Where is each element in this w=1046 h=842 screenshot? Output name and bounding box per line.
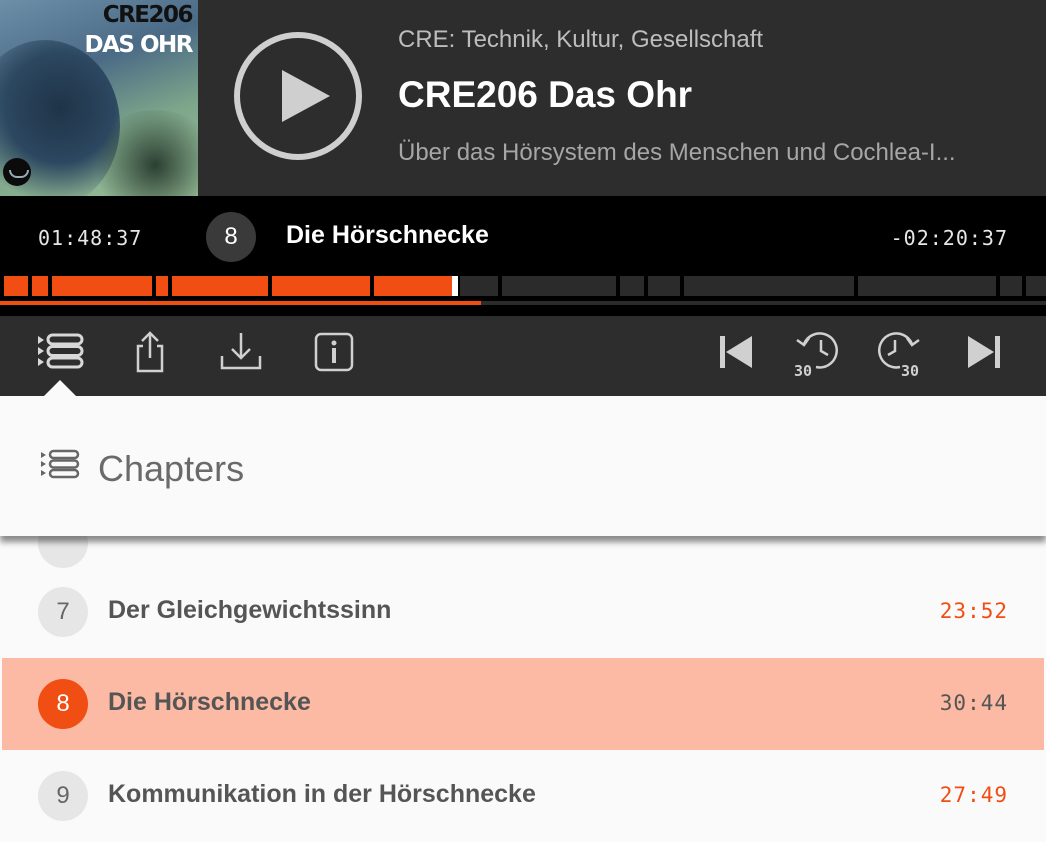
chapter-segment[interactable] <box>32 276 48 296</box>
player-toolbar: 30 30 <box>0 316 1046 396</box>
chapters-panel-title: Chapters <box>98 448 245 489</box>
skip-previous-icon <box>720 336 752 368</box>
previous-chapter-button[interactable] <box>708 330 760 380</box>
chapters-button[interactable] <box>34 330 86 380</box>
episode-cover-art: CRE206 DAS OHR <box>0 0 198 196</box>
chapter-segment[interactable] <box>1026 276 1046 296</box>
rewind-30-icon: 30 <box>794 332 838 378</box>
play-button[interactable] <box>234 32 362 160</box>
chapter-duration: 23:52 <box>939 599 1008 623</box>
chapter-row[interactable]: 7 Der Gleichgewichtssinn 23:52 <box>2 566 1044 658</box>
chapter-segment[interactable] <box>374 276 454 296</box>
cover-subtitle: DAS OHR <box>84 32 194 58</box>
download-icon <box>220 333 262 370</box>
next-chapter-button[interactable] <box>960 330 1012 380</box>
svg-text:30: 30 <box>901 362 919 378</box>
player-header: CRE206 DAS OHR CRE: Technik, Kultur, Ges… <box>0 0 1046 196</box>
rewind-30-button[interactable]: 30 <box>790 330 842 380</box>
chapter-segment[interactable] <box>858 276 996 296</box>
playhead[interactable] <box>452 276 458 296</box>
chapter-duration: 30:44 <box>939 691 1008 715</box>
chapter-segment[interactable] <box>4 276 28 296</box>
overall-progress-track[interactable] <box>0 301 1046 305</box>
chapter-title: Die Hörschnecke <box>108 688 311 716</box>
podcast-name[interactable]: CRE: Technik, Kultur, Gesellschaft <box>398 26 763 54</box>
download-button[interactable] <box>215 330 267 380</box>
chapter-segment[interactable] <box>156 276 168 296</box>
chapter-segments[interactable] <box>0 276 1046 296</box>
chapters-icon <box>41 449 80 479</box>
chapter-number-badge: 9 <box>38 771 88 821</box>
active-tab-pointer <box>44 380 76 396</box>
chapter-row-active[interactable]: 8 Die Hörschnecke 30:44 <box>2 658 1044 750</box>
chapter-segment[interactable] <box>52 276 152 296</box>
skip-next-icon <box>968 336 1000 368</box>
chapter-segment[interactable] <box>1000 276 1022 296</box>
current-chapter-number: 8 <box>206 212 256 262</box>
chapter-segment[interactable] <box>272 276 370 296</box>
info-button[interactable] <box>308 330 360 380</box>
chapter-segment[interactable] <box>648 276 680 296</box>
chapter-title: Der Gleichgewichtssinn <box>108 596 392 624</box>
chapters-panel-header: Chapters <box>0 396 1046 536</box>
play-icon <box>282 70 330 122</box>
chapter-progress-bar: 01:48:37 8 Die Hörschnecke -02:20:37 <box>0 196 1046 316</box>
chapters-panel: Chapters 7 Der Gleichgewichtssinn 23:52 … <box>0 396 1046 842</box>
chapter-row[interactable]: 9 Kommunikation in der Hörschnecke 27:49 <box>2 750 1044 842</box>
overall-progress-fill <box>0 301 482 305</box>
info-icon <box>314 332 354 372</box>
chapters-icon <box>38 333 84 369</box>
cover-logo-icon <box>3 158 31 186</box>
chapter-segment[interactable] <box>172 276 268 296</box>
chapter-number-badge: 7 <box>38 587 88 637</box>
share-icon <box>136 331 164 373</box>
share-button[interactable] <box>124 330 176 380</box>
chapter-title: Kommunikation in der Hörschnecke <box>108 780 536 808</box>
elapsed-time: 01:48:37 <box>38 226 143 250</box>
forward-30-button[interactable]: 30 <box>874 330 926 380</box>
chapter-segment[interactable] <box>460 276 498 296</box>
cover-title: CRE206 <box>102 2 194 28</box>
svg-text:30: 30 <box>794 362 812 378</box>
chapter-segment[interactable] <box>684 276 854 296</box>
chapter-segment[interactable] <box>502 276 616 296</box>
chapter-duration: 27:49 <box>939 783 1008 807</box>
forward-30-icon: 30 <box>878 332 920 378</box>
remaining-time: -02:20:37 <box>890 226 1008 250</box>
chapter-segment[interactable] <box>620 276 644 296</box>
episode-description: Über das Hörsystem des Menschen und Coch… <box>398 139 956 166</box>
current-chapter-title: Die Hörschnecke <box>286 221 489 249</box>
episode-title: CRE206 Das Ohr <box>398 74 693 115</box>
chapter-number-badge: 8 <box>38 679 88 729</box>
